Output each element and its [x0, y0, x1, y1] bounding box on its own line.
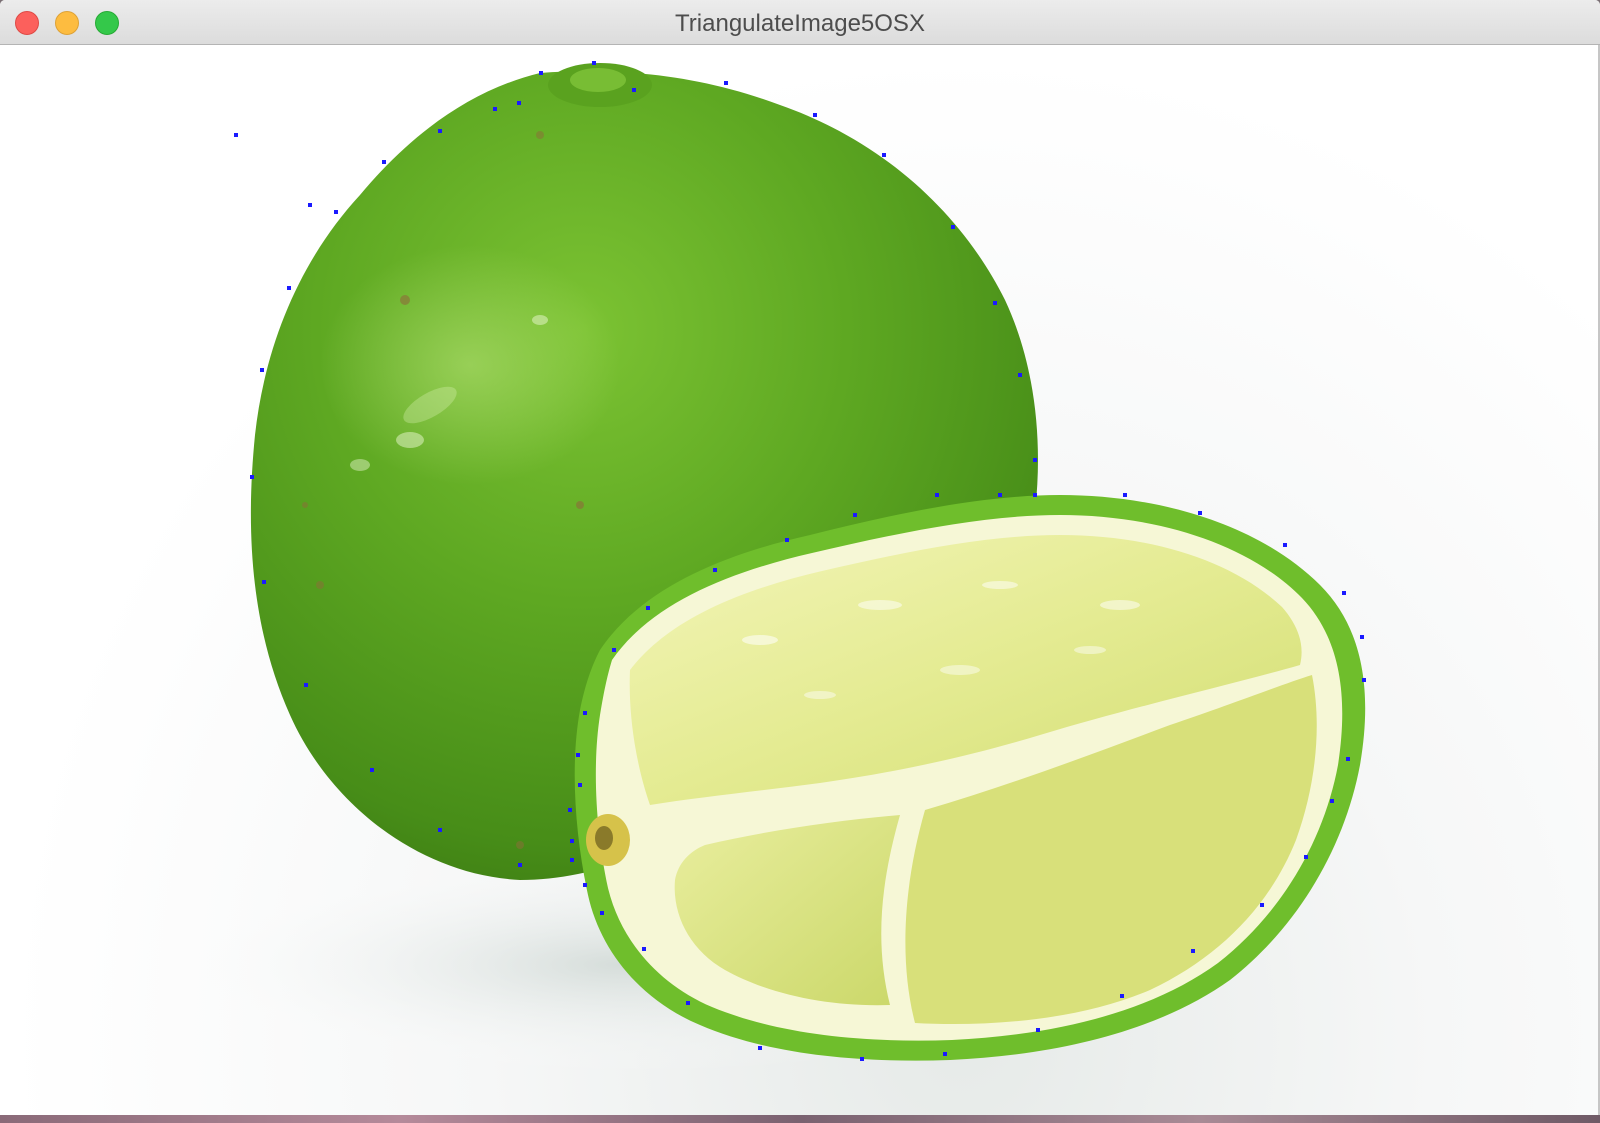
sample-point	[1033, 493, 1037, 497]
sample-point	[493, 107, 497, 111]
sample-point	[592, 61, 596, 65]
sample-point	[570, 839, 574, 843]
sample-point	[686, 1001, 690, 1005]
sample-point	[860, 1057, 864, 1061]
desktop-strip	[0, 1115, 1600, 1123]
title-bar[interactable]: TriangulateImage5OSX	[0, 0, 1600, 45]
sample-point	[1360, 635, 1364, 639]
sample-point	[785, 538, 789, 542]
sample-point	[517, 101, 521, 105]
sample-point	[1330, 799, 1334, 803]
lime-wedge	[574, 495, 1366, 1061]
sample-point	[642, 947, 646, 951]
sample-point	[853, 513, 857, 517]
window-title: TriangulateImage5OSX	[675, 10, 925, 37]
sample-point	[287, 286, 291, 290]
sample-point	[382, 160, 386, 164]
sample-point	[600, 911, 604, 915]
image-canvas[interactable]	[0, 45, 1600, 1123]
sample-point	[576, 753, 580, 757]
app-window: TriangulateImage5OSX	[0, 0, 1600, 1123]
sample-point	[370, 768, 374, 772]
sample-point	[1123, 493, 1127, 497]
sample-point	[632, 88, 636, 92]
sample-point	[998, 493, 1002, 497]
sample-point	[518, 863, 522, 867]
sample-point	[568, 808, 572, 812]
sample-point	[583, 883, 587, 887]
sample-point	[1283, 543, 1287, 547]
sample-point	[713, 568, 717, 572]
sample-point	[234, 133, 238, 137]
sample-point	[882, 153, 886, 157]
sample-point	[250, 475, 254, 479]
sample-point	[570, 858, 574, 862]
sample-point	[724, 81, 728, 85]
sample-point	[578, 783, 582, 787]
sample-point	[262, 580, 266, 584]
sample-point	[1120, 994, 1124, 998]
sample-point	[993, 301, 997, 305]
sample-point	[813, 113, 817, 117]
sample-point	[1033, 458, 1037, 462]
sample-point	[1304, 855, 1308, 859]
sample-point	[1198, 511, 1202, 515]
sample-point	[308, 203, 312, 207]
sample-point	[304, 683, 308, 687]
sample-point	[1346, 757, 1350, 761]
lime-image	[160, 61, 1366, 1075]
sample-point	[758, 1046, 762, 1050]
sample-point	[1260, 903, 1264, 907]
sample-point	[612, 648, 616, 652]
sample-point	[583, 711, 587, 715]
sample-point	[1191, 949, 1195, 953]
sample-point	[646, 606, 650, 610]
sample-point	[1018, 373, 1022, 377]
sample-point	[438, 129, 442, 133]
sample-point	[1362, 678, 1366, 682]
sample-point	[334, 210, 338, 214]
sample-point	[951, 225, 955, 229]
sample-point	[935, 493, 939, 497]
sample-point	[1036, 1028, 1040, 1032]
sample-point	[260, 368, 264, 372]
sample-point	[943, 1052, 947, 1056]
sample-point	[438, 828, 442, 832]
sample-point	[539, 71, 543, 75]
sample-point	[1342, 591, 1346, 595]
